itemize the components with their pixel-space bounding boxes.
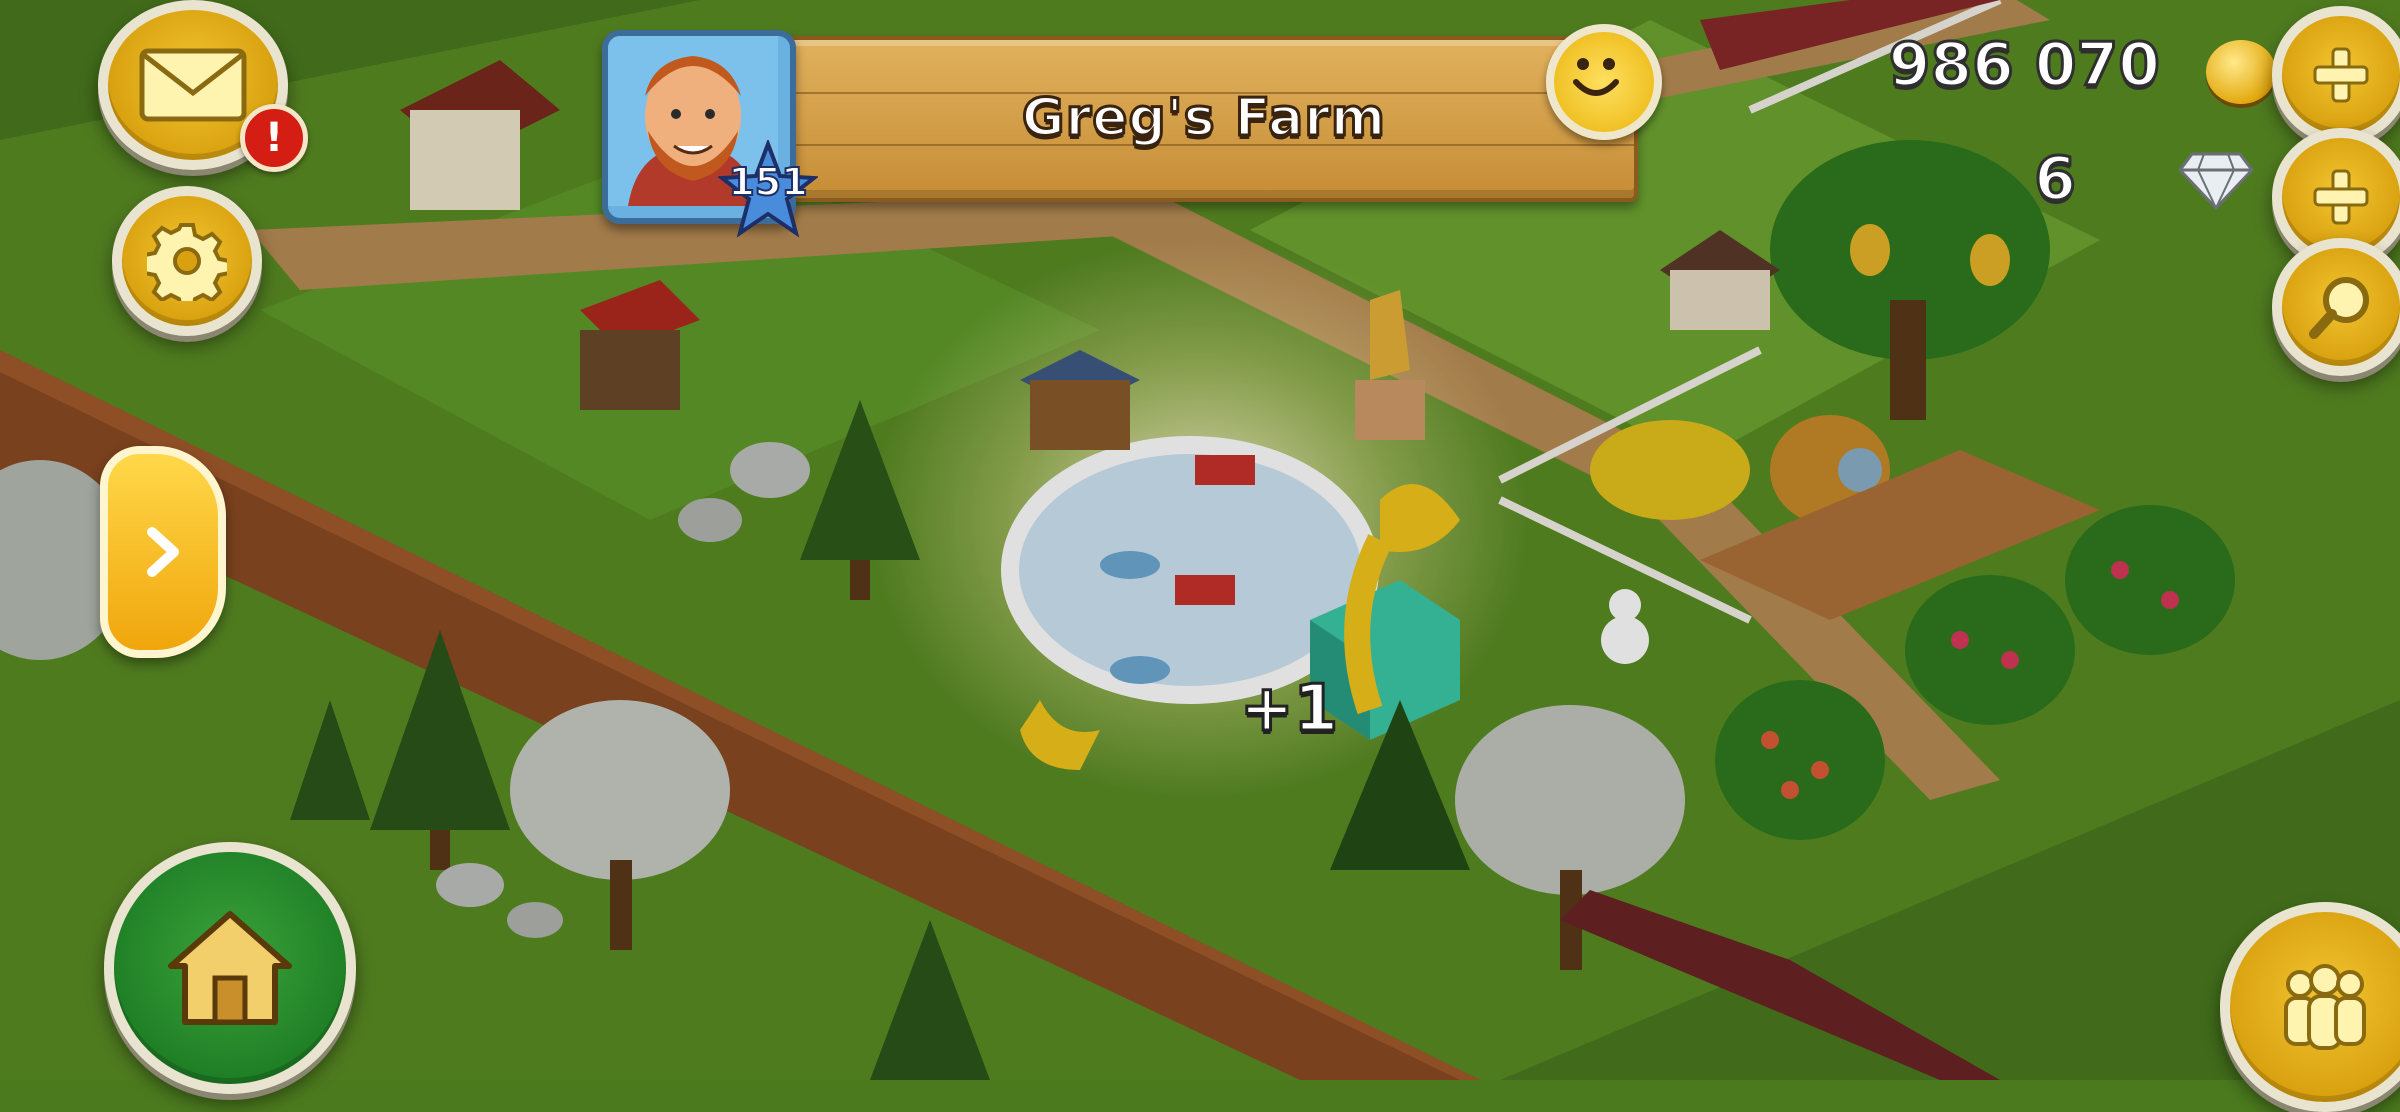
settings-button[interactable] [112, 186, 262, 336]
chevron-right-icon [147, 527, 179, 577]
farm-name: Greg's Farm [1020, 87, 1387, 150]
plus-icon [2313, 169, 2369, 225]
gem-balance: 6 [2033, 143, 2078, 216]
people-icon [2284, 964, 2366, 1050]
diamond-icon [2178, 152, 2254, 210]
house-icon [168, 911, 292, 1025]
smiley-icon [1573, 58, 1619, 96]
expand-side-panel-button[interactable] [100, 446, 226, 658]
envelope-icon [139, 48, 247, 122]
mail-alert-badge: ! [240, 104, 308, 172]
sunflower-patch[interactable] [1590, 420, 1750, 520]
buy-coins-button[interactable] [2272, 6, 2400, 144]
search-button[interactable] [2272, 238, 2400, 376]
apple-tree[interactable] [2065, 505, 2235, 655]
coin-balance: 986 070 [1887, 29, 2161, 102]
apple-tree[interactable] [1905, 575, 2075, 725]
farm-name-banner[interactable]: Greg's Farm [770, 36, 1638, 202]
home-button[interactable] [104, 842, 356, 1094]
gear-icon [147, 223, 227, 301]
apple-tree[interactable] [1715, 680, 1885, 840]
mood-button[interactable] [1546, 24, 1662, 140]
magnifier-icon [2309, 277, 2369, 339]
coin-icon [2206, 40, 2276, 104]
player-level: 151 [727, 159, 808, 205]
reward-popup-text: +1 [1238, 671, 1339, 748]
plus-icon [2313, 47, 2369, 103]
